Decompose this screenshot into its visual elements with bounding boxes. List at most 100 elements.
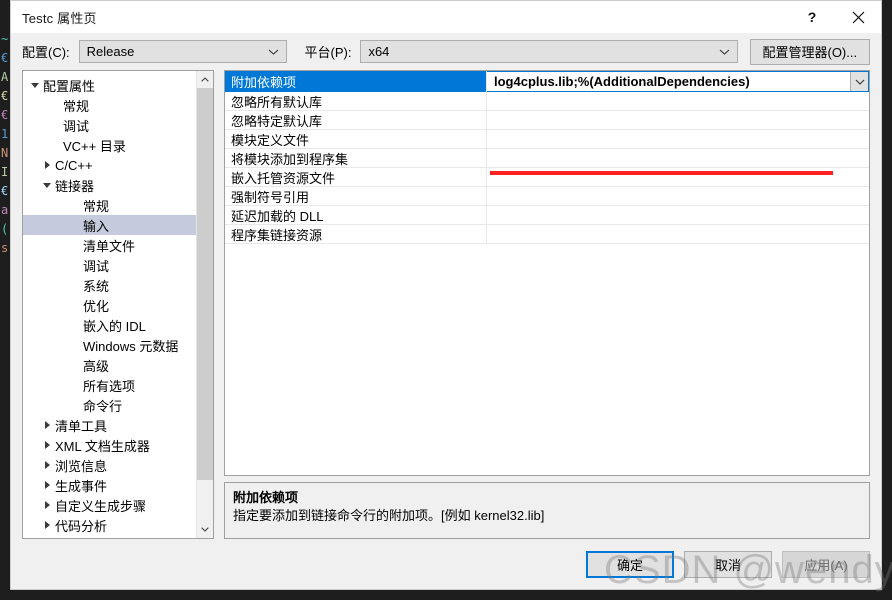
- scroll-track[interactable]: [197, 88, 213, 521]
- chevron-down-icon[interactable]: [27, 82, 43, 88]
- tree-item-22[interactable]: 代码分析: [23, 515, 196, 535]
- chevron-down-icon[interactable]: [39, 182, 55, 188]
- property-name-cell[interactable]: 延迟加载的 DLL: [225, 206, 487, 224]
- tree-item-20[interactable]: 生成事件: [23, 475, 196, 495]
- apply-button[interactable]: 应用(A): [782, 550, 870, 578]
- background-right-strip: [882, 0, 892, 600]
- title-bar: Testc 属性页 ?: [11, 1, 881, 33]
- platform-select[interactable]: x64: [360, 40, 738, 63]
- chevron-right-icon[interactable]: [39, 441, 55, 449]
- window-title: Testc 属性页: [22, 10, 97, 26]
- tree-item-7[interactable]: 输入: [23, 215, 196, 235]
- tree-item-10[interactable]: 系统: [23, 275, 196, 295]
- property-grid: 附加依赖项 log4cplus.lib;%(AdditionalDependenc…: [224, 70, 870, 476]
- description-panel: 附加依赖项 指定要添加到链接命令行的附加项。[例如 kernel32.lib]: [224, 482, 870, 539]
- value-dropdown-button[interactable]: [850, 72, 868, 91]
- triangle-right: [44, 501, 50, 509]
- configuration-bar: 配置(C): Release 平台(P): x64 配置管理器(O)...: [11, 33, 881, 70]
- scroll-thumb[interactable]: [197, 88, 213, 480]
- property-value-cell[interactable]: [487, 111, 869, 129]
- property-tree[interactable]: 配置属性 常规 调试 VC++ 目录 C/C++ 链接器 常规 输入 清单文件 调试 系统 优化 嵌入的…: [23, 71, 196, 538]
- property-name-cell[interactable]: 忽略所有默认库: [225, 92, 487, 110]
- cancel-button[interactable]: 取消: [684, 550, 772, 578]
- property-value-cell[interactable]: log4cplus.lib;%(AdditionalDependencies): [487, 71, 869, 92]
- tree-item-label: 配置属性: [43, 78, 96, 94]
- triangle-down: [31, 82, 39, 88]
- property-row[interactable]: 将模块添加到程序集: [225, 149, 869, 168]
- property-value-cell[interactable]: [487, 187, 869, 205]
- tree-item-14[interactable]: 高级: [23, 355, 196, 375]
- tree-item-9[interactable]: 调试: [23, 255, 196, 275]
- tree-item-label: 自定义生成步骤: [55, 498, 147, 514]
- chevron-down-icon: [201, 527, 209, 532]
- tree-item-4[interactable]: C/C++: [23, 155, 196, 175]
- dialog-footer: 确定 取消 应用(A): [11, 539, 881, 589]
- tree-item-19[interactable]: 浏览信息: [23, 455, 196, 475]
- chevron-right-icon[interactable]: [39, 161, 55, 169]
- chevron-right-icon[interactable]: [39, 501, 55, 509]
- triangle-down: [43, 182, 51, 188]
- property-row[interactable]: 模块定义文件: [225, 130, 869, 149]
- tree-item-1[interactable]: 常规: [23, 95, 196, 115]
- property-tree-panel: 配置属性 常规 调试 VC++ 目录 C/C++ 链接器 常规 输入 清单文件 调试 系统 优化 嵌入的…: [22, 70, 214, 539]
- tree-item-5[interactable]: 链接器: [23, 175, 196, 195]
- configuration-select[interactable]: Release: [78, 40, 288, 63]
- property-value-cell[interactable]: [487, 92, 869, 110]
- tree-item-2[interactable]: 调试: [23, 115, 196, 135]
- property-row[interactable]: 延迟加载的 DLL: [225, 206, 869, 225]
- tree-scrollbar[interactable]: [196, 71, 213, 538]
- platform-label: 平台(P):: [304, 45, 352, 60]
- chevron-right-icon[interactable]: [39, 481, 55, 489]
- tree-item-18[interactable]: XML 文档生成器: [23, 435, 196, 455]
- configuration-manager-button[interactable]: 配置管理器(O)...: [749, 38, 870, 65]
- triangle-right: [44, 161, 50, 169]
- tree-item-13[interactable]: Windows 元数据: [23, 335, 196, 355]
- chevron-right-icon[interactable]: [39, 461, 55, 469]
- tree-item-6[interactable]: 常规: [23, 195, 196, 215]
- tree-item-label: VC++ 目录: [63, 138, 126, 154]
- tree-item-label: C/C++: [55, 157, 93, 173]
- tree-item-label: 调试: [63, 118, 90, 134]
- tree-item-12[interactable]: 嵌入的 IDL: [23, 315, 196, 335]
- property-name-cell[interactable]: 模块定义文件: [225, 130, 487, 148]
- property-value-cell[interactable]: [487, 130, 869, 148]
- chevron-right-icon[interactable]: [39, 421, 55, 429]
- tree-item-11[interactable]: 优化: [23, 295, 196, 315]
- tree-item-0[interactable]: 配置属性: [23, 75, 196, 95]
- property-value-cell[interactable]: [487, 225, 869, 243]
- tree-item-15[interactable]: 所有选项: [23, 375, 196, 395]
- property-name-cell[interactable]: 将模块添加到程序集: [225, 149, 487, 167]
- tree-item-21[interactable]: 自定义生成步骤: [23, 495, 196, 515]
- property-name-cell[interactable]: 强制符号引用: [225, 187, 487, 205]
- scroll-up-button[interactable]: [197, 71, 213, 88]
- chevron-up-icon: [201, 77, 209, 82]
- property-row[interactable]: 强制符号引用: [225, 187, 869, 206]
- property-value-cell[interactable]: [487, 206, 869, 224]
- property-name-cell[interactable]: 忽略特定默认库: [225, 111, 487, 129]
- triangle-right: [44, 521, 50, 529]
- property-row[interactable]: 忽略特定默认库: [225, 111, 869, 130]
- chevron-down-icon: [855, 79, 864, 85]
- property-name-cell[interactable]: 程序集链接资源: [225, 225, 487, 243]
- property-row[interactable]: 程序集链接资源: [225, 225, 869, 244]
- chevron-right-icon[interactable]: [39, 521, 55, 529]
- tree-item-label: XML 文档生成器: [55, 438, 150, 454]
- tree-item-3[interactable]: VC++ 目录: [23, 135, 196, 155]
- property-value-cell[interactable]: [487, 149, 869, 167]
- property-name-cell[interactable]: 附加依赖项: [225, 71, 487, 92]
- property-row[interactable]: 附加依赖项 log4cplus.lib;%(AdditionalDependenc…: [225, 71, 869, 92]
- tree-item-label: 链接器: [55, 178, 95, 194]
- triangle-right: [44, 461, 50, 469]
- tree-item-label: 调试: [83, 258, 110, 274]
- property-name-cell[interactable]: 嵌入托管资源文件: [225, 168, 487, 186]
- tree-item-8[interactable]: 清单文件: [23, 235, 196, 255]
- ok-button[interactable]: 确定: [586, 550, 674, 578]
- close-button[interactable]: [835, 2, 881, 33]
- right-panel: 附加依赖项 log4cplus.lib;%(AdditionalDependenc…: [224, 70, 870, 539]
- help-button[interactable]: ?: [789, 2, 835, 33]
- tree-item-17[interactable]: 清单工具: [23, 415, 196, 435]
- property-row[interactable]: 忽略所有默认库: [225, 92, 869, 111]
- scroll-down-button[interactable]: [197, 521, 213, 538]
- property-pages-dialog: Testc 属性页 ? 配置(C): Release 平台(P): x64 配置…: [10, 0, 882, 590]
- tree-item-16[interactable]: 命令行: [23, 395, 196, 415]
